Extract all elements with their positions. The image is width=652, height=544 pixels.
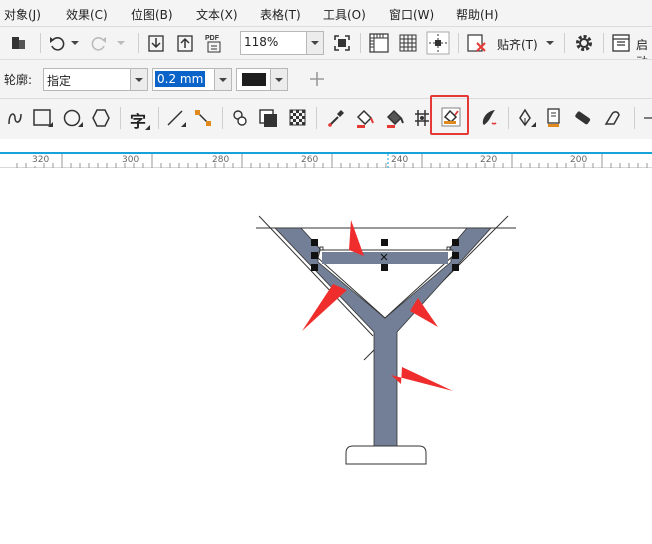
separator	[316, 107, 317, 129]
outline-color-swatch	[242, 73, 266, 86]
tools-toolbar: 字	[0, 95, 652, 140]
snap-to-label[interactable]: 贴齐(T)	[497, 36, 538, 53]
menu-text[interactable]: 文本(X)	[196, 6, 238, 23]
outline-style-dropdown[interactable]	[130, 69, 147, 90]
separator	[458, 33, 459, 53]
fill-tool-icon[interactable]	[354, 107, 376, 129]
ruler-label: 300	[122, 155, 140, 165]
separator	[138, 33, 139, 53]
zoom-dropdown-button[interactable]	[306, 32, 323, 54]
more-tools-icon[interactable]	[642, 115, 652, 121]
flyout-indicator-icon	[145, 125, 150, 130]
separator	[120, 107, 121, 129]
ruler-label: 240	[391, 155, 409, 165]
redo-icon[interactable]	[90, 34, 108, 52]
outline-width-dropdown[interactable]	[214, 69, 231, 90]
brush-icon[interactable]	[478, 107, 500, 129]
chevron-down-icon	[219, 78, 227, 82]
pdf-icon[interactable]: PDF	[203, 31, 227, 55]
standard-toolbar: PDF 118% 贴齐(T) 启动	[0, 26, 652, 69]
mesh-fill-icon[interactable]	[412, 108, 432, 128]
separator	[634, 107, 635, 129]
rulers-icon[interactable]	[368, 32, 390, 54]
launch-icon[interactable]	[611, 33, 631, 53]
undo-icon[interactable]	[48, 34, 66, 52]
node-handle[interactable]	[319, 246, 324, 251]
ruler-label: 320	[32, 155, 50, 165]
polygon-tool-icon[interactable]	[91, 108, 113, 128]
chevron-down-icon	[135, 78, 143, 82]
separator	[222, 107, 223, 129]
envelope-icon[interactable]	[258, 108, 280, 128]
import-icon[interactable]	[146, 33, 166, 53]
chevron-down-icon	[275, 78, 283, 82]
menu-object[interactable]: 对象(J)	[4, 6, 41, 23]
property-bar: 轮廓: 指定 0.2 mm	[0, 59, 652, 98]
interactive-fill-icon[interactable]	[384, 107, 406, 129]
node-handle[interactable]	[446, 246, 451, 251]
smart-fill-icon[interactable]	[440, 106, 462, 128]
zoom-level-combo[interactable]: 118%	[240, 31, 324, 55]
ruler-label: 220	[480, 155, 498, 165]
undo-dropdown-icon[interactable]	[70, 39, 80, 47]
separator	[40, 33, 41, 53]
grid-icon[interactable]	[397, 32, 419, 54]
outline-style-combo[interactable]: 指定	[43, 68, 148, 91]
arrow-annotation	[391, 367, 453, 391]
arrow-annotation	[349, 220, 364, 256]
guidelines-icon[interactable]	[426, 31, 450, 55]
drawing-artwork	[256, 215, 516, 465]
outline-width-value[interactable]: 0.2 mm	[155, 71, 206, 87]
zoom-level-value[interactable]: 118%	[244, 35, 278, 49]
eraser-icon[interactable]	[572, 108, 594, 128]
redo-dropdown-icon[interactable]	[116, 39, 126, 47]
ruler-label: 200	[570, 155, 588, 165]
menu-effects[interactable]: 效果(C)	[66, 6, 108, 23]
knife-icon[interactable]	[602, 108, 624, 128]
stand-base[interactable]	[345, 445, 427, 465]
parallel-dimension-icon[interactable]	[165, 108, 187, 128]
separator	[508, 107, 509, 129]
svg-text:PDF: PDF	[205, 35, 220, 42]
ruler-label: 260	[301, 155, 319, 165]
rectangle-tool-icon[interactable]	[32, 108, 54, 128]
snap-off-icon[interactable]	[465, 32, 487, 54]
ruler-label: 280	[212, 155, 230, 165]
separator	[564, 33, 565, 53]
connector-icon[interactable]	[193, 108, 215, 128]
menu-tools[interactable]: 工具(O)	[323, 6, 366, 23]
menu-bar: 对象(J) 效果(C) 位图(B) 文本(X) 表格(T) 工具(O) 窗口(W…	[0, 0, 652, 26]
full-screen-icon[interactable]	[332, 33, 352, 53]
separator	[158, 107, 159, 129]
separator	[603, 33, 604, 53]
export-icon[interactable]	[175, 33, 195, 53]
menu-help[interactable]: 帮助(H)	[456, 6, 498, 23]
add-icon[interactable]	[308, 70, 326, 88]
outline-style-value[interactable]: 指定	[47, 72, 71, 89]
settings-icon[interactable]	[573, 32, 595, 54]
transparency-icon[interactable]	[288, 108, 308, 128]
eyedropper-icon[interactable]	[326, 108, 346, 128]
shadow-tool-icon[interactable]	[230, 108, 250, 128]
menu-table[interactable]: 表格(T)	[260, 6, 301, 23]
separator	[360, 33, 361, 53]
outline-width-combo[interactable]: 0.2 mm	[152, 68, 232, 91]
pen-tool-icon[interactable]	[515, 108, 537, 128]
color-eyedropper-icon[interactable]	[544, 107, 566, 129]
outline-color-picker[interactable]	[236, 68, 288, 91]
arrow-annotation	[302, 284, 347, 331]
chevron-down-icon	[311, 41, 319, 45]
menu-window[interactable]: 窗口(W)	[389, 6, 434, 23]
ruler-ticks	[16, 154, 648, 168]
outline-color-dropdown[interactable]	[270, 69, 287, 90]
outline-label: 轮廓:	[4, 73, 33, 87]
ellipse-tool-icon[interactable]	[62, 108, 84, 128]
menu-bitmaps[interactable]: 位图(B)	[131, 6, 173, 23]
object-icon[interactable]	[10, 34, 28, 52]
freehand-tool-icon[interactable]	[5, 108, 25, 128]
snap-dropdown-icon[interactable]	[545, 39, 555, 47]
